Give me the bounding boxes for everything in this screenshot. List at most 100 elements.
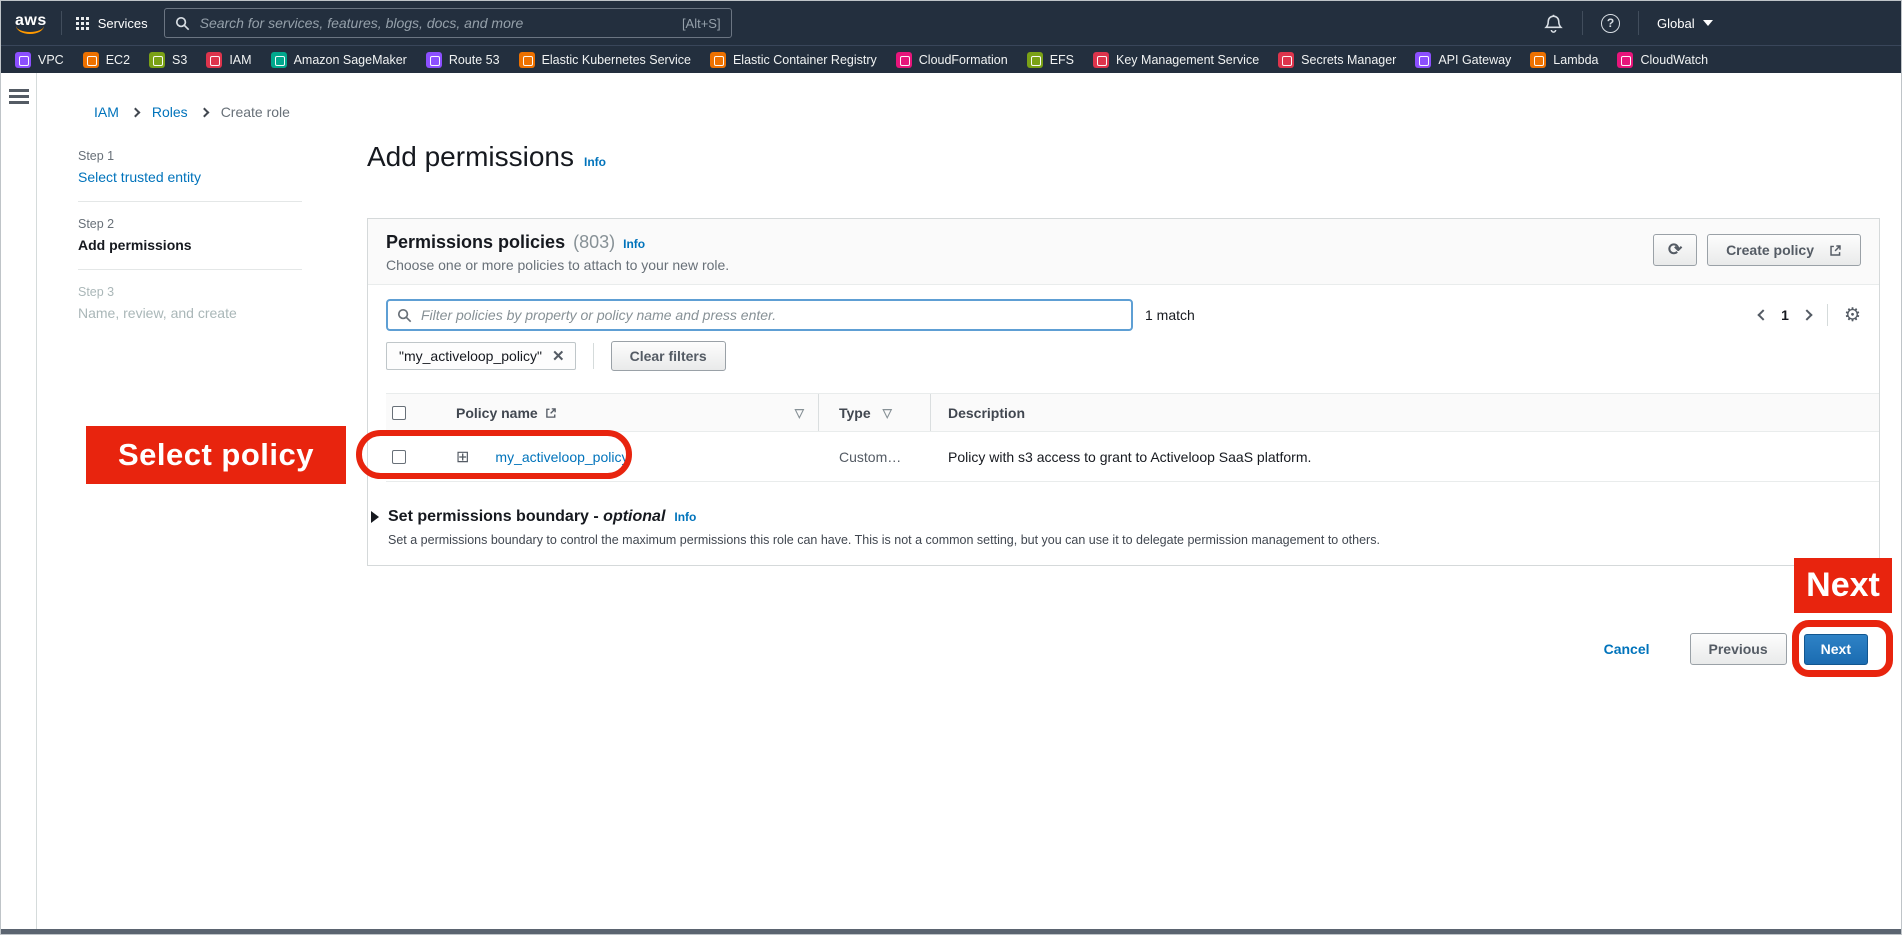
breadcrumb-iam[interactable]: IAM bbox=[94, 104, 119, 120]
select-all-checkbox[interactable] bbox=[392, 406, 406, 420]
eks-service-icon bbox=[519, 52, 535, 68]
boundary-info-link[interactable]: Info bbox=[674, 510, 696, 524]
efs-service-icon bbox=[1027, 52, 1043, 68]
page-title: Add permissions bbox=[367, 141, 574, 173]
favorite-iam[interactable]: IAM bbox=[206, 52, 251, 68]
global-search-input[interactable] bbox=[198, 14, 674, 32]
pagination: 1 bbox=[1759, 304, 1861, 327]
column-type[interactable]: Type bbox=[839, 405, 871, 421]
step-3-label: Step 3 bbox=[78, 285, 302, 299]
expand-section-icon[interactable] bbox=[371, 511, 379, 523]
annotation-select-policy-label: Select policy bbox=[86, 426, 346, 484]
favorite-ec2[interactable]: EC2 bbox=[83, 52, 130, 68]
sort-type-icon[interactable] bbox=[883, 406, 892, 420]
next-button[interactable]: Next bbox=[1804, 634, 1868, 665]
step-1: Step 1 Select trusted entity bbox=[78, 149, 302, 185]
breadcrumb-create-role: Create role bbox=[221, 104, 290, 120]
divider bbox=[61, 11, 62, 35]
settings-gear-icon[interactable] bbox=[1844, 304, 1861, 327]
favorites-bar: VPC EC2 S3 IAM Amazon SageMaker Route 53… bbox=[1, 45, 1901, 73]
secrets-manager-service-icon bbox=[1278, 52, 1294, 68]
top-nav-right-cluster: Global bbox=[1529, 1, 1713, 45]
create-policy-button[interactable]: Create policy bbox=[1707, 234, 1861, 266]
boundary-title[interactable]: Set permissions boundary - optional bbox=[388, 508, 665, 526]
services-menu-button[interactable]: Services bbox=[76, 16, 148, 31]
expand-row-icon[interactable] bbox=[456, 447, 469, 467]
search-icon bbox=[397, 308, 412, 323]
previous-button[interactable]: Previous bbox=[1690, 633, 1787, 665]
sagemaker-service-icon bbox=[271, 52, 287, 68]
permissions-boundary-section: Set permissions boundary - optional Info… bbox=[371, 508, 1861, 547]
ec2-service-icon bbox=[83, 52, 99, 68]
global-search-box[interactable]: [Alt+S] bbox=[164, 8, 732, 38]
favorite-secrets-manager[interactable]: Secrets Manager bbox=[1278, 52, 1396, 68]
aws-logo[interactable]: aws bbox=[15, 12, 47, 34]
current-page-number[interactable]: 1 bbox=[1781, 307, 1789, 323]
hamburger-menu-icon[interactable] bbox=[9, 89, 29, 107]
cancel-button[interactable]: Cancel bbox=[1604, 641, 1650, 657]
chevron-right-icon bbox=[130, 107, 140, 117]
panel-title: Permissions policies bbox=[386, 232, 565, 253]
favorite-vpc[interactable]: VPC bbox=[15, 52, 64, 68]
divider bbox=[593, 343, 594, 369]
sort-policy-name-icon[interactable] bbox=[795, 406, 804, 420]
annotation-next-label: Next bbox=[1794, 558, 1892, 613]
lambda-service-icon bbox=[1530, 52, 1546, 68]
refresh-icon bbox=[1668, 240, 1682, 260]
search-icon bbox=[175, 16, 190, 31]
step-3-name-review-create: Name, review, and create bbox=[78, 305, 302, 321]
help-button[interactable] bbox=[1587, 14, 1634, 33]
cloudformation-service-icon bbox=[896, 52, 912, 68]
policy-name-link[interactable]: my_activeloop_policy bbox=[495, 449, 628, 465]
favorite-cloudwatch[interactable]: CloudWatch bbox=[1617, 52, 1708, 68]
favorite-cloudformation[interactable]: CloudFormation bbox=[896, 52, 1008, 68]
favorite-amazon-sagemaker[interactable]: Amazon SageMaker bbox=[271, 52, 407, 68]
boundary-title-text: Set permissions boundary - bbox=[388, 508, 599, 525]
remove-filter-icon[interactable] bbox=[552, 347, 565, 365]
region-selector[interactable]: Global bbox=[1643, 16, 1713, 31]
kms-service-icon bbox=[1093, 52, 1109, 68]
policy-filter-input[interactable] bbox=[419, 306, 1122, 324]
create-policy-label: Create policy bbox=[1726, 242, 1814, 258]
refresh-button[interactable] bbox=[1653, 234, 1697, 266]
next-page-icon[interactable] bbox=[1801, 309, 1812, 320]
panel-info-link[interactable]: Info bbox=[623, 237, 645, 251]
previous-page-icon[interactable] bbox=[1757, 309, 1768, 320]
aws-console-window: aws Services [Alt+S] Global bbox=[0, 0, 1902, 935]
clear-filters-button[interactable]: Clear filters bbox=[611, 341, 726, 371]
cloudwatch-service-icon bbox=[1617, 52, 1633, 68]
question-mark-icon bbox=[1601, 14, 1620, 33]
services-grid-icon bbox=[76, 17, 89, 30]
favorite-elastic-container-registry[interactable]: Elastic Container Registry bbox=[710, 52, 877, 68]
step-2-current-add-permissions: Add permissions bbox=[78, 237, 302, 253]
notifications-button[interactable] bbox=[1529, 13, 1578, 34]
policy-filter-box[interactable] bbox=[386, 299, 1133, 331]
step-2: Step 2 Add permissions bbox=[78, 217, 302, 253]
vpc-service-icon bbox=[15, 52, 31, 68]
page-info-link[interactable]: Info bbox=[584, 155, 606, 169]
favorite-efs[interactable]: EFS bbox=[1027, 52, 1074, 68]
services-label: Services bbox=[98, 16, 148, 31]
s3-service-icon bbox=[149, 52, 165, 68]
column-policy-name[interactable]: Policy name bbox=[456, 405, 538, 421]
search-shortcut-hint: [Alt+S] bbox=[682, 16, 721, 31]
breadcrumb-roles[interactable]: Roles bbox=[152, 104, 188, 120]
policy-description-cell: Policy with s3 access to grant to Active… bbox=[948, 449, 1311, 465]
divider bbox=[1638, 11, 1639, 35]
favorite-route-53[interactable]: Route 53 bbox=[426, 52, 500, 68]
favorite-key-management-service[interactable]: Key Management Service bbox=[1093, 52, 1259, 68]
panel-subtitle: Choose one or more policies to attach to… bbox=[386, 257, 729, 273]
main-content: Add permissions Info Permissions policie… bbox=[367, 141, 1880, 173]
table-header-row: Policy name Type Description bbox=[386, 393, 1879, 432]
step-1-link-select-trusted-entity[interactable]: Select trusted entity bbox=[78, 169, 302, 185]
favorite-lambda[interactable]: Lambda bbox=[1530, 52, 1598, 68]
filter-chip-label: "my_activeloop_policy" bbox=[399, 348, 542, 364]
favorite-s3[interactable]: S3 bbox=[149, 52, 187, 68]
row-checkbox[interactable] bbox=[392, 450, 406, 464]
breadcrumb: IAM Roles Create role bbox=[94, 104, 290, 120]
table-row: my_activeloop_policy Custom… Policy with… bbox=[386, 432, 1879, 482]
favorite-elastic-kubernetes-service[interactable]: Elastic Kubernetes Service bbox=[519, 52, 691, 68]
favorite-api-gateway[interactable]: API Gateway bbox=[1415, 52, 1511, 68]
panel-body: 1 match 1 "my_activeloop_policy" bbox=[368, 285, 1879, 547]
policy-type-cell: Custom… bbox=[839, 449, 901, 465]
